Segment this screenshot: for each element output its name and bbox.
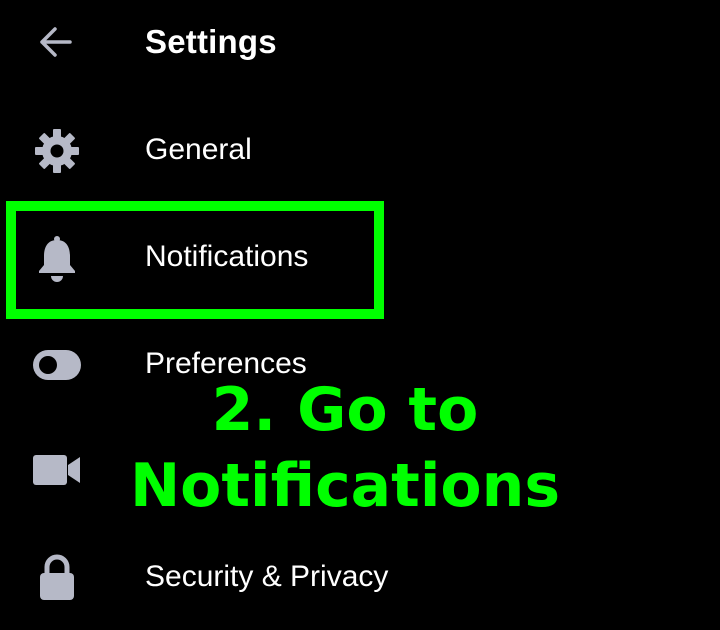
menu-item-preferences[interactable]: Preferences [0, 312, 720, 419]
gear-icon [30, 124, 84, 178]
back-button[interactable] [36, 24, 76, 60]
header: Settings [0, 0, 720, 84]
arrow-left-icon [38, 26, 74, 58]
menu-item-label: Security & Privacy [145, 560, 389, 593]
bell-icon [30, 231, 84, 285]
toggle-icon [30, 338, 84, 392]
menu-item-notifications[interactable]: Notifications [0, 205, 720, 312]
menu-item-label: Notifications [145, 240, 309, 273]
menu-item-label: General [145, 133, 252, 166]
video-camera-icon [30, 443, 84, 497]
page-title: Settings [145, 23, 277, 60]
settings-screen: Settings General Notifications Preferenc… [0, 0, 720, 630]
menu-item-security-privacy[interactable]: Security & Privacy [0, 525, 720, 630]
menu-item-video[interactable] [0, 417, 720, 524]
menu-item-general[interactable]: General [0, 98, 720, 205]
lock-icon [30, 551, 84, 605]
menu-item-label: Preferences [145, 347, 307, 380]
